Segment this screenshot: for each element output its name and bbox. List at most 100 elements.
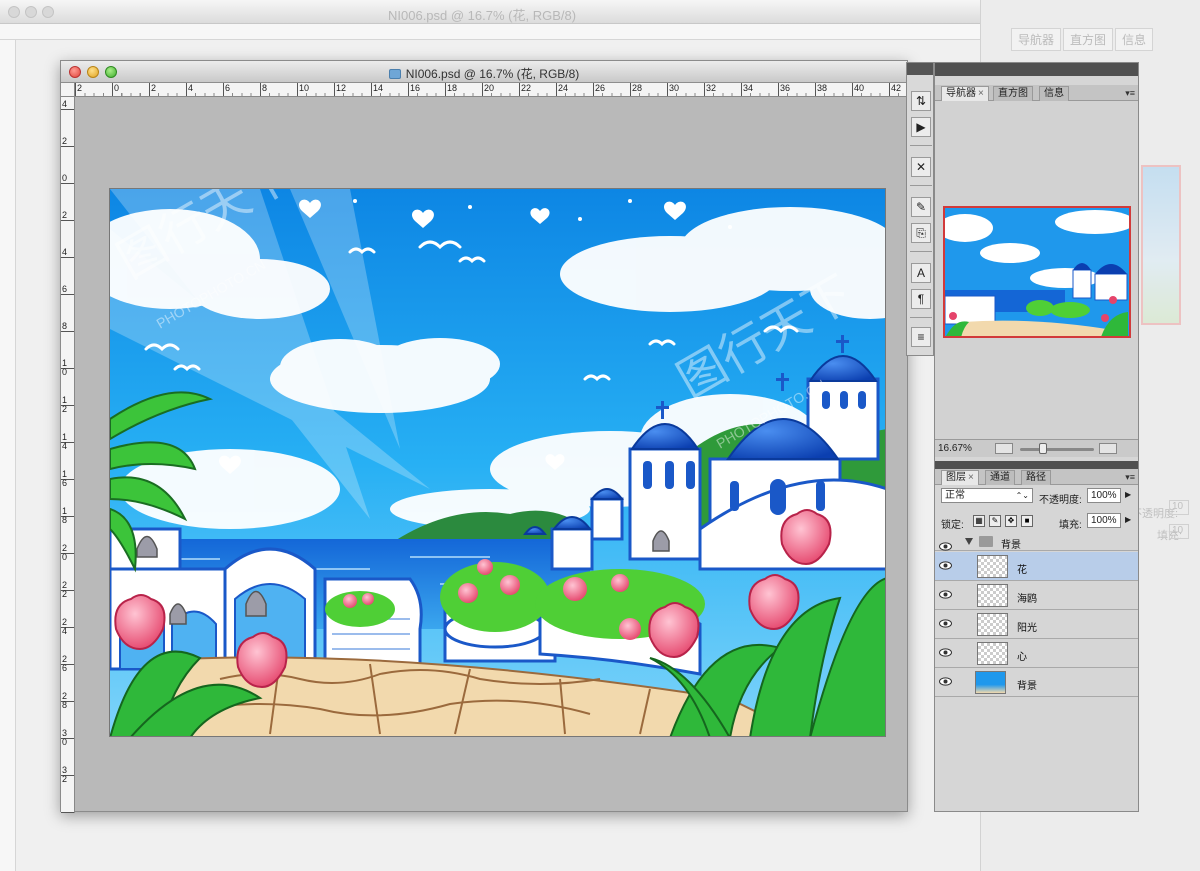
- tool-separator: [910, 185, 932, 186]
- ruler-v-label: 14: [62, 432, 68, 451]
- ruler-h-label: 2: [77, 83, 83, 93]
- panel-menu-icon[interactable]: ▾≡: [1125, 472, 1135, 483]
- chevron-down-icon: ⌃⌄: [1015, 491, 1029, 500]
- fill-arrow-icon[interactable]: ▶: [1125, 515, 1131, 524]
- ruler-v-label: 18: [62, 506, 68, 525]
- lock-transparency-icon[interactable]: ▦: [973, 515, 985, 527]
- tool-notes-icon[interactable]: ≡: [911, 327, 931, 347]
- ruler-v-label: 2: [62, 136, 68, 146]
- tool-text-icon[interactable]: A: [911, 263, 931, 283]
- close-icon[interactable]: ×: [978, 88, 984, 99]
- layer-name: 阳光: [1017, 623, 1037, 634]
- ruler-h-label: 22: [521, 83, 532, 93]
- tool-brush-icon[interactable]: ✎: [911, 197, 931, 217]
- tool-strip-header[interactable]: [907, 63, 933, 75]
- ruler-v-label: 10: [62, 358, 68, 377]
- ruler-h-label: 10: [299, 83, 310, 93]
- layer-name: 海鸥: [1017, 594, 1037, 605]
- tool-clone-icon[interactable]: ⎘: [911, 223, 931, 243]
- layer-row[interactable]: 海鸥: [935, 581, 1138, 610]
- disclosure-triangle-icon[interactable]: [965, 538, 973, 545]
- document-canvas[interactable]: 图行天下 PHOTOPHOTO.CN 图行天下 PHOTOPHOTO.CN: [109, 188, 886, 737]
- ruler-h-label: 14: [373, 83, 384, 93]
- ruler-h-label: 4: [188, 83, 194, 93]
- layer-row[interactable]: 花: [935, 552, 1138, 581]
- ruler-v-label: 22: [62, 580, 68, 599]
- tab-navigator[interactable]: 导航器 ×: [941, 86, 989, 101]
- ruler-h-label: 12: [336, 83, 347, 93]
- background-window-title: NI006.psd @ 16.7% (花, RGB/8): [388, 8, 577, 23]
- eye-icon[interactable]: [939, 648, 952, 657]
- ruler-h-label: 42: [891, 83, 902, 93]
- tab-paths[interactable]: 路径: [1021, 470, 1051, 485]
- zoom-slider-handle[interactable]: [1039, 443, 1047, 454]
- navigator-preview: [945, 208, 1129, 336]
- zoom-in-icon[interactable]: [1099, 443, 1117, 454]
- ruler-h-label: 34: [743, 83, 754, 93]
- vertical-ruler[interactable]: 4 2 0 2 4 6 8 10 12 14 16 18 20 22 24 26 28 30 32: [61, 97, 75, 813]
- document-titlebar[interactable]: NI006.psd @ 16.7% (花, RGB/8): [61, 61, 907, 83]
- lock-label: 锁定:: [941, 520, 964, 531]
- ruler-v-label: 0: [62, 173, 68, 183]
- navigator-zoom-bar: 16.67%: [935, 439, 1138, 457]
- background-panel-tabs: 导航器 直方图 信息: [1011, 28, 1155, 51]
- background-tab-info: 信息: [1115, 28, 1154, 51]
- layer-thumbnail: [977, 642, 1008, 665]
- navigator-panel-header[interactable]: [935, 63, 1138, 76]
- panel-menu-icon[interactable]: ▾≡: [1125, 88, 1135, 99]
- layer-name: 背景: [1017, 681, 1037, 692]
- ruler-v-label: 12: [62, 395, 68, 414]
- background-tab-navigator: 导航器: [1011, 28, 1062, 51]
- layer-row[interactable]: 心: [935, 639, 1138, 668]
- blend-mode-select[interactable]: 正常 ⌃⌄: [941, 488, 1033, 503]
- tool-arrange-icon[interactable]: ⇅: [911, 91, 931, 111]
- opacity-arrow-icon[interactable]: ▶: [1125, 490, 1131, 499]
- tab-channels[interactable]: 通道: [985, 470, 1015, 485]
- eye-icon[interactable]: [939, 677, 952, 686]
- ruler-v-label: 6: [62, 284, 68, 294]
- navigator-tab-row: 导航器 × 直方图 信息 ▾≡: [935, 85, 1138, 101]
- layer-row[interactable]: 阳光: [935, 610, 1138, 639]
- tool-separator: [910, 145, 932, 146]
- ruler-h-label: 16: [410, 83, 421, 93]
- zoom-out-icon[interactable]: [995, 443, 1013, 454]
- tab-info[interactable]: 信息: [1039, 86, 1069, 101]
- eye-icon[interactable]: [939, 619, 952, 628]
- navigator-area: [935, 101, 1138, 441]
- layer-name: 心: [1017, 652, 1027, 663]
- layer-thumbnail: [977, 555, 1008, 578]
- artwork: 图行天下 PHOTOPHOTO.CN 图行天下 PHOTOPHOTO.CN: [110, 189, 885, 736]
- navigator-thumbnail[interactable]: [943, 206, 1131, 338]
- lock-pixels-icon[interactable]: ✎: [989, 515, 1001, 527]
- opacity-label: 不透明度:: [1039, 495, 1082, 506]
- opacity-field[interactable]: 100%: [1087, 488, 1121, 503]
- document-file-icon: [388, 69, 401, 79]
- tool-play-icon[interactable]: ▶: [911, 117, 931, 137]
- panels-dock: 导航器 × 直方图 信息 ▾≡ 16.67% 图层 × 通道 路径 ▾≡ 正常 …: [934, 62, 1139, 812]
- layer-group-row[interactable]: 背景: [935, 533, 1138, 551]
- layer-thumbnail: [975, 671, 1006, 694]
- lock-all-icon[interactable]: ■: [1021, 515, 1033, 527]
- document-window: NI006.psd @ 16.7% (花, RGB/8) 2 0 2 4 6 8 10 12 1…: [60, 60, 933, 813]
- tool-paragraph-icon[interactable]: ¶: [911, 289, 931, 309]
- tool-crossed-tools-icon[interactable]: ✕: [911, 157, 931, 177]
- background-fill-field: 10: [1169, 524, 1189, 539]
- eye-icon[interactable]: [939, 590, 952, 599]
- background-vertical-ruler: [0, 40, 16, 871]
- fill-label: 填充:: [1059, 520, 1082, 531]
- zoom-slider-track[interactable]: [1020, 448, 1094, 451]
- tab-layers[interactable]: 图层 ×: [941, 470, 979, 485]
- tab-histogram[interactable]: 直方图: [993, 86, 1033, 101]
- folder-icon: [979, 536, 993, 547]
- zoom-level[interactable]: 16.67%: [938, 443, 972, 454]
- layer-row[interactable]: 背景: [935, 668, 1138, 697]
- eye-icon[interactable]: [939, 542, 952, 551]
- blend-mode-value: 正常: [945, 490, 965, 501]
- ruler-v-label: 16: [62, 469, 68, 488]
- ruler-origin[interactable]: [61, 83, 75, 97]
- horizontal-ruler[interactable]: 2 0 2 4 6 8 10 12 14 16 18 20 22 24 26 28 30 32 34 36 38 40 42…: [75, 83, 933, 97]
- fill-field[interactable]: 100%: [1087, 513, 1121, 528]
- lock-position-icon[interactable]: ✥: [1005, 515, 1017, 527]
- close-icon[interactable]: ×: [968, 472, 974, 483]
- eye-icon[interactable]: [939, 561, 952, 570]
